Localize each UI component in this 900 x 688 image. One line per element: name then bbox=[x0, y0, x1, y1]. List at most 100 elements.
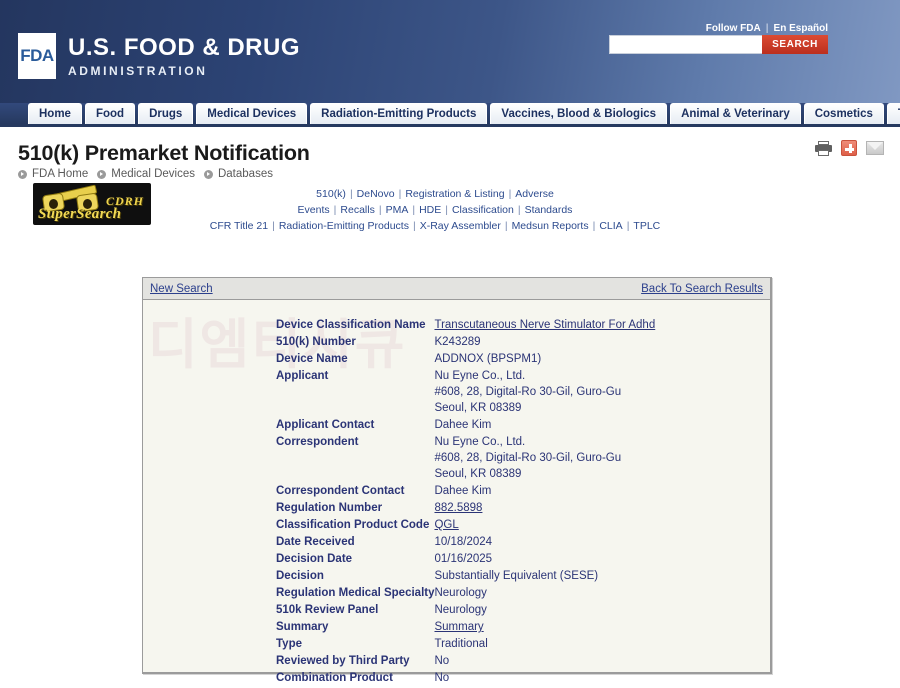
link-sep: | bbox=[509, 188, 512, 200]
breadcrumb-bullet-icon bbox=[18, 170, 27, 179]
fda-510k-page: FDA U.S. FOOD & DRUG ADMINISTRATION Foll… bbox=[0, 0, 900, 688]
nav-tab-medical-devices[interactable]: Medical Devices bbox=[196, 103, 307, 124]
breadcrumb-item-medical-devices[interactable]: Medical Devices bbox=[111, 168, 195, 180]
database-links-row1: 510(k)|DeNovo|Registration & Listing|Adv… bbox=[180, 186, 690, 218]
site-masthead: FDA U.S. FOOD & DRUG ADMINISTRATION Foll… bbox=[0, 0, 900, 103]
table-row: 510k Review PanelNeurology bbox=[276, 602, 655, 619]
record-label: Classification Product Code bbox=[276, 517, 434, 534]
en-espanol-link[interactable]: En Español bbox=[774, 23, 828, 34]
record-value: Dahee Kim bbox=[434, 483, 655, 500]
print-icon[interactable] bbox=[815, 141, 832, 156]
table-row: ApplicantNu Eyne Co., Ltd. #608, 28, Dig… bbox=[276, 368, 655, 417]
link-sep: | bbox=[445, 204, 448, 216]
search-button[interactable]: SEARCH bbox=[762, 35, 828, 54]
link-sep: | bbox=[412, 204, 415, 216]
page-header: 510(k) Premarket Notification FDA Home M… bbox=[0, 127, 900, 179]
record-value-link[interactable]: Transcutaneous Nerve Stimulator For Adhd bbox=[434, 319, 655, 331]
table-row: DecisionSubstantially Equivalent (SESE) bbox=[276, 568, 655, 585]
follow-fda-link[interactable]: Follow FDA bbox=[706, 23, 761, 34]
table-row: Device Classification NameTranscutaneous… bbox=[276, 317, 655, 334]
record-value[interactable]: QGL bbox=[434, 517, 655, 534]
record-value: 01/16/2025 bbox=[434, 551, 655, 568]
nav-tab-drugs[interactable]: Drugs bbox=[138, 103, 193, 124]
supersearch-band: CDRH SuperSearch 510(k)|DeNovo|Registrat… bbox=[0, 181, 900, 227]
record-label: Regulation Number bbox=[276, 500, 434, 517]
cdrh-supersearch-logo[interactable]: CDRH SuperSearch bbox=[33, 183, 151, 225]
db-link-registration-listing[interactable]: Registration & Listing bbox=[405, 188, 504, 200]
fda-logo-text: FDA bbox=[20, 46, 53, 66]
new-search-link[interactable]: New Search bbox=[150, 283, 213, 295]
db-link-tplc[interactable]: TPLC bbox=[633, 220, 660, 232]
breadcrumb-item-databases[interactable]: Databases bbox=[218, 168, 273, 180]
record-value-link[interactable]: QGL bbox=[434, 519, 458, 531]
nav-tab-food[interactable]: Food bbox=[85, 103, 135, 124]
fda-logo-mark: FDA bbox=[18, 33, 56, 79]
nav-tab-vaccines-blood-biologics[interactable]: Vaccines, Blood & Biologics bbox=[490, 103, 667, 124]
record-label: Correspondent Contact bbox=[276, 483, 434, 500]
record-value: ADDNOX (BPSPM1) bbox=[434, 351, 655, 368]
record-label: Summary bbox=[276, 619, 434, 636]
db-link-pma[interactable]: PMA bbox=[386, 204, 409, 216]
record-label: Correspondent bbox=[276, 434, 434, 483]
link-sep: | bbox=[505, 220, 508, 232]
nav-tab-tobacco-products[interactable]: Tobacco Products bbox=[887, 103, 900, 124]
record-value: Substantially Equivalent (SESE) bbox=[434, 568, 655, 585]
link-sep: | bbox=[413, 220, 416, 232]
agency-name-line2: ADMINISTRATION bbox=[68, 63, 300, 80]
nav-tab-cosmetics[interactable]: Cosmetics bbox=[804, 103, 884, 124]
record-value-link[interactable]: Summary bbox=[434, 621, 483, 633]
record-value-link[interactable]: 882.5898 bbox=[434, 502, 482, 514]
db-link-recalls[interactable]: Recalls bbox=[340, 204, 374, 216]
db-link-510k[interactable]: 510(k) bbox=[316, 188, 346, 200]
table-row: 510(k) NumberK243289 bbox=[276, 334, 655, 351]
utility-separator: | bbox=[766, 23, 769, 34]
agency-name-line1: U.S. FOOD & DRUG bbox=[68, 35, 300, 61]
nav-tab-radiation-emitting-products[interactable]: Radiation-Emitting Products bbox=[310, 103, 487, 124]
table-row: TypeTraditional bbox=[276, 636, 655, 653]
agency-name: U.S. FOOD & DRUG ADMINISTRATION bbox=[68, 33, 300, 80]
record-label: Device Classification Name bbox=[276, 317, 434, 334]
record-panel: New Search Back To Search Results Device… bbox=[142, 277, 772, 674]
db-link-medsun-reports[interactable]: Medsun Reports bbox=[512, 220, 589, 232]
db-link-radiation-emitting-products[interactable]: Radiation-Emitting Products bbox=[279, 220, 409, 232]
email-icon[interactable] bbox=[866, 141, 884, 155]
record-label: Applicant Contact bbox=[276, 417, 434, 434]
record-value: Nu Eyne Co., Ltd. #608, 28, Digital-Ro 3… bbox=[434, 434, 655, 483]
db-link-cfr-title-21[interactable]: CFR Title 21 bbox=[210, 220, 268, 232]
record-value[interactable]: Transcutaneous Nerve Stimulator For Adhd bbox=[434, 317, 655, 334]
primary-navigation: Home Food Drugs Medical Devices Radiatio… bbox=[0, 103, 900, 127]
panel-toolbar: New Search Back To Search Results bbox=[143, 278, 770, 300]
db-link-xray-assembler[interactable]: X-Ray Assembler bbox=[420, 220, 501, 232]
link-sep: | bbox=[399, 188, 402, 200]
database-links-row2: CFR Title 21 | Radiation-Emitting Products… bbox=[180, 218, 690, 234]
db-link-classification[interactable]: Classification bbox=[452, 204, 514, 216]
record-value[interactable]: Summary bbox=[434, 619, 655, 636]
db-link-standards[interactable]: Standards bbox=[525, 204, 573, 216]
db-link-hde[interactable]: HDE bbox=[419, 204, 441, 216]
table-row: Reviewed by Third PartyNo bbox=[276, 653, 655, 670]
db-link-clia[interactable]: CLIA bbox=[599, 220, 622, 232]
nav-tab-animal-veterinary[interactable]: Animal & Veterinary bbox=[670, 103, 801, 124]
record-label: Reviewed by Third Party bbox=[276, 653, 434, 670]
table-row: Decision Date01/16/2025 bbox=[276, 551, 655, 568]
back-to-search-results-link[interactable]: Back To Search Results bbox=[641, 283, 763, 295]
record-value: Traditional bbox=[434, 636, 655, 653]
fda-logo[interactable]: FDA U.S. FOOD & DRUG ADMINISTRATION bbox=[18, 33, 300, 80]
link-sep: | bbox=[379, 204, 382, 216]
table-row: Regulation Number882.5898 bbox=[276, 500, 655, 517]
logo-text-supersearch: SuperSearch bbox=[38, 206, 121, 223]
link-sep: | bbox=[350, 188, 353, 200]
breadcrumb-item-fda-home[interactable]: FDA Home bbox=[32, 168, 88, 180]
page-action-icons bbox=[815, 140, 884, 156]
db-link-denovo[interactable]: DeNovo bbox=[357, 188, 395, 200]
record-label: Type bbox=[276, 636, 434, 653]
utility-links: Follow FDA | En Español bbox=[706, 23, 828, 34]
search-input[interactable] bbox=[609, 35, 762, 54]
record-value[interactable]: 882.5898 bbox=[434, 500, 655, 517]
table-row: Combination ProductNo bbox=[276, 670, 655, 687]
record-details: Device Classification NameTranscutaneous… bbox=[143, 300, 770, 673]
record-label: Date Received bbox=[276, 534, 434, 551]
table-row: CorrespondentNu Eyne Co., Ltd. #608, 28,… bbox=[276, 434, 655, 483]
nav-tab-home[interactable]: Home bbox=[28, 103, 82, 124]
share-icon[interactable] bbox=[841, 140, 857, 156]
